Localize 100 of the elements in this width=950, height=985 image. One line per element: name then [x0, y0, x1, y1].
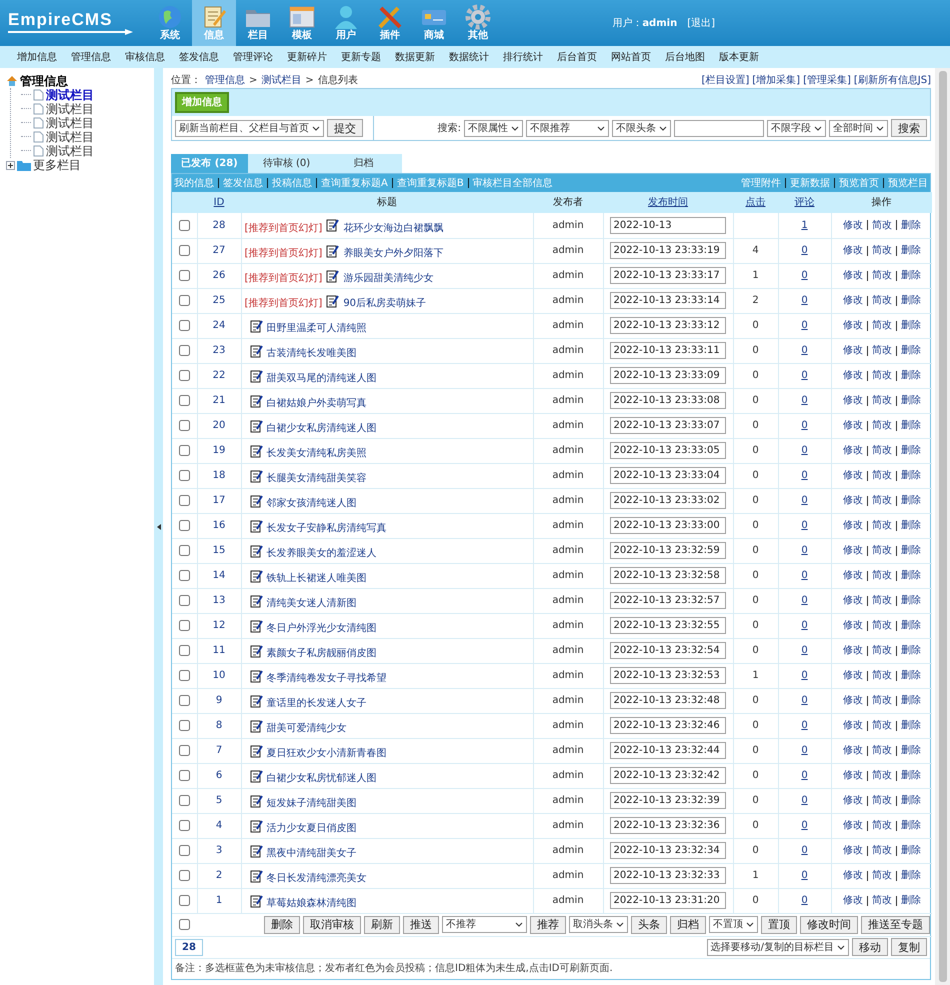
action-link[interactable]: 删除: [900, 493, 921, 508]
time-field[interactable]: 2022-10-13 23:33:12: [610, 317, 726, 334]
row-checkbox[interactable]: [178, 844, 190, 856]
title-link[interactable]: 白裙姑娘户外卖萌写真: [266, 396, 366, 411]
title-link[interactable]: 甜美可爱清纯少女: [266, 721, 346, 736]
row-checkbox[interactable]: [178, 220, 190, 231]
tree-item[interactable]: 测试栏目: [46, 130, 94, 144]
row-checkbox[interactable]: [178, 470, 190, 481]
id-link[interactable]: 16: [212, 520, 226, 531]
time-field[interactable]: 2022-10-13 23:32:46: [610, 717, 726, 734]
action-link[interactable]: 简改: [872, 518, 892, 533]
title-link[interactable]: 白裙少女私房忧郁迷人图: [266, 771, 376, 786]
action-link[interactable]: 修改: [842, 818, 863, 833]
action-link[interactable]: 删除: [900, 668, 921, 683]
row-checkbox[interactable]: [178, 294, 190, 306]
action-link[interactable]: 删除: [900, 843, 921, 858]
module-tab[interactable]: 插件: [368, 0, 412, 46]
action-link[interactable]: 修改: [842, 368, 863, 383]
action-link[interactable]: 简改: [872, 668, 892, 683]
comments-link[interactable]: 0: [801, 570, 808, 581]
comments-link[interactable]: 0: [801, 770, 808, 781]
action-link[interactable]: 修改: [842, 343, 863, 358]
action-link[interactable]: 简改: [872, 443, 892, 458]
bulk-select[interactable]: 不推荐: [442, 916, 527, 933]
recommend-tag[interactable]: [推荐到首页幻灯]: [244, 246, 322, 261]
recommend-tag[interactable]: [推荐到首页幻灯]: [244, 271, 322, 286]
row-checkbox[interactable]: [178, 670, 190, 681]
filter-select[interactable]: 不限字段: [767, 120, 826, 136]
row-checkbox[interactable]: [178, 320, 190, 331]
action-link[interactable]: 删除: [900, 368, 921, 383]
menu-item[interactable]: 审核信息: [125, 50, 165, 64]
action-link[interactable]: 修改: [842, 743, 863, 758]
title-link[interactable]: 冬日户外浮光少女清纯图: [266, 621, 376, 636]
comments-link[interactable]: 0: [801, 595, 808, 606]
time-field[interactable]: 2022-10-13 23:32:39: [610, 792, 726, 809]
column-header[interactable]: ID: [197, 192, 241, 213]
title-link[interactable]: 养眼美女户外夕阳落下: [343, 246, 444, 261]
action-link[interactable]: 删除: [900, 418, 921, 433]
time-field[interactable]: 2022-10-13: [610, 216, 726, 234]
chevron-down-icon[interactable]: [515, 922, 523, 927]
title-link[interactable]: 花环少女海边白裙飘飘: [343, 220, 444, 236]
time-field[interactable]: 2022-10-13 23:31:20: [610, 892, 726, 909]
title-link[interactable]: 黑夜中清纯甜美女子: [266, 846, 356, 861]
comments-link[interactable]: 0: [801, 520, 808, 531]
row-checkbox[interactable]: [178, 544, 190, 556]
action-link[interactable]: 修改: [842, 868, 863, 883]
top-link[interactable]: [增加采集]: [752, 72, 800, 88]
action-link[interactable]: 简改: [872, 743, 892, 758]
id-link[interactable]: 4: [216, 820, 222, 831]
comments-link[interactable]: 0: [801, 495, 808, 506]
row-checkbox[interactable]: [178, 720, 190, 731]
module-tab[interactable]: 模板: [280, 0, 324, 46]
action-link[interactable]: 删除: [900, 293, 921, 308]
time-field[interactable]: 2022-10-13 23:33:04: [610, 467, 726, 484]
action-link[interactable]: 删除: [900, 218, 921, 233]
id-link[interactable]: 21: [212, 395, 226, 406]
action-link[interactable]: 简改: [872, 768, 892, 783]
menu-item[interactable]: 增加信息: [17, 50, 57, 64]
time-field[interactable]: 2022-10-13 23:32:44: [610, 742, 726, 759]
chevron-down-icon[interactable]: [597, 126, 605, 130]
action-link[interactable]: 简改: [872, 268, 892, 283]
tree-item[interactable]: 测试栏目: [46, 144, 94, 158]
menu-item[interactable]: 版本更新: [719, 50, 759, 64]
id-link[interactable]: 14: [212, 570, 226, 581]
id-link[interactable]: 1: [216, 895, 222, 906]
search-field[interactable]: [674, 120, 764, 136]
time-field[interactable]: 2022-10-13 23:32:33: [610, 867, 726, 884]
id-link[interactable]: 17: [212, 495, 226, 506]
title-link[interactable]: 长发养眼美女的羞涩迷人: [266, 546, 376, 561]
chevron-down-icon[interactable]: [746, 922, 754, 927]
action-link[interactable]: 修改: [842, 718, 863, 733]
action-link[interactable]: 修改: [842, 468, 863, 483]
action-link[interactable]: 修改: [842, 518, 863, 533]
page-number[interactable]: 28: [175, 938, 203, 956]
bulk-button[interactable]: 推荐: [530, 916, 566, 934]
comments-link[interactable]: 0: [801, 695, 808, 706]
action-link[interactable]: 删除: [900, 893, 921, 908]
time-field[interactable]: 2022-10-13 23:33:14: [610, 292, 726, 309]
breadcrumb-link[interactable]: 管理信息: [205, 72, 245, 88]
time-field[interactable]: 2022-10-13 23:32:42: [610, 767, 726, 784]
action-link[interactable]: 修改: [842, 843, 863, 858]
action-link[interactable]: 修改: [842, 693, 863, 708]
action-link[interactable]: 删除: [900, 443, 921, 458]
action-link[interactable]: 修改: [842, 893, 863, 908]
id-link[interactable]: 3: [216, 845, 222, 856]
action-link[interactable]: 简改: [872, 493, 892, 508]
bulk-button[interactable]: 头条: [631, 916, 667, 934]
id-link[interactable]: 18: [212, 470, 226, 481]
filter-select[interactable]: 全部时间: [829, 120, 888, 136]
action-link[interactable]: 简改: [872, 343, 892, 358]
id-link[interactable]: 7: [216, 745, 222, 756]
action-link[interactable]: 删除: [900, 593, 921, 608]
filter-select[interactable]: 不限头条: [612, 120, 671, 136]
row-checkbox[interactable]: [178, 870, 190, 881]
chevron-down-icon[interactable]: [511, 126, 519, 130]
refresh-select[interactable]: 刷新当前栏目、父栏目与首页: [175, 120, 324, 136]
action-link[interactable]: 简改: [872, 218, 892, 233]
title-link[interactable]: 清纯美女迷人清新图: [266, 596, 356, 611]
id-link[interactable]: 27: [212, 245, 226, 256]
title-link[interactable]: 长腿美女清纯甜美笑容: [266, 471, 366, 486]
